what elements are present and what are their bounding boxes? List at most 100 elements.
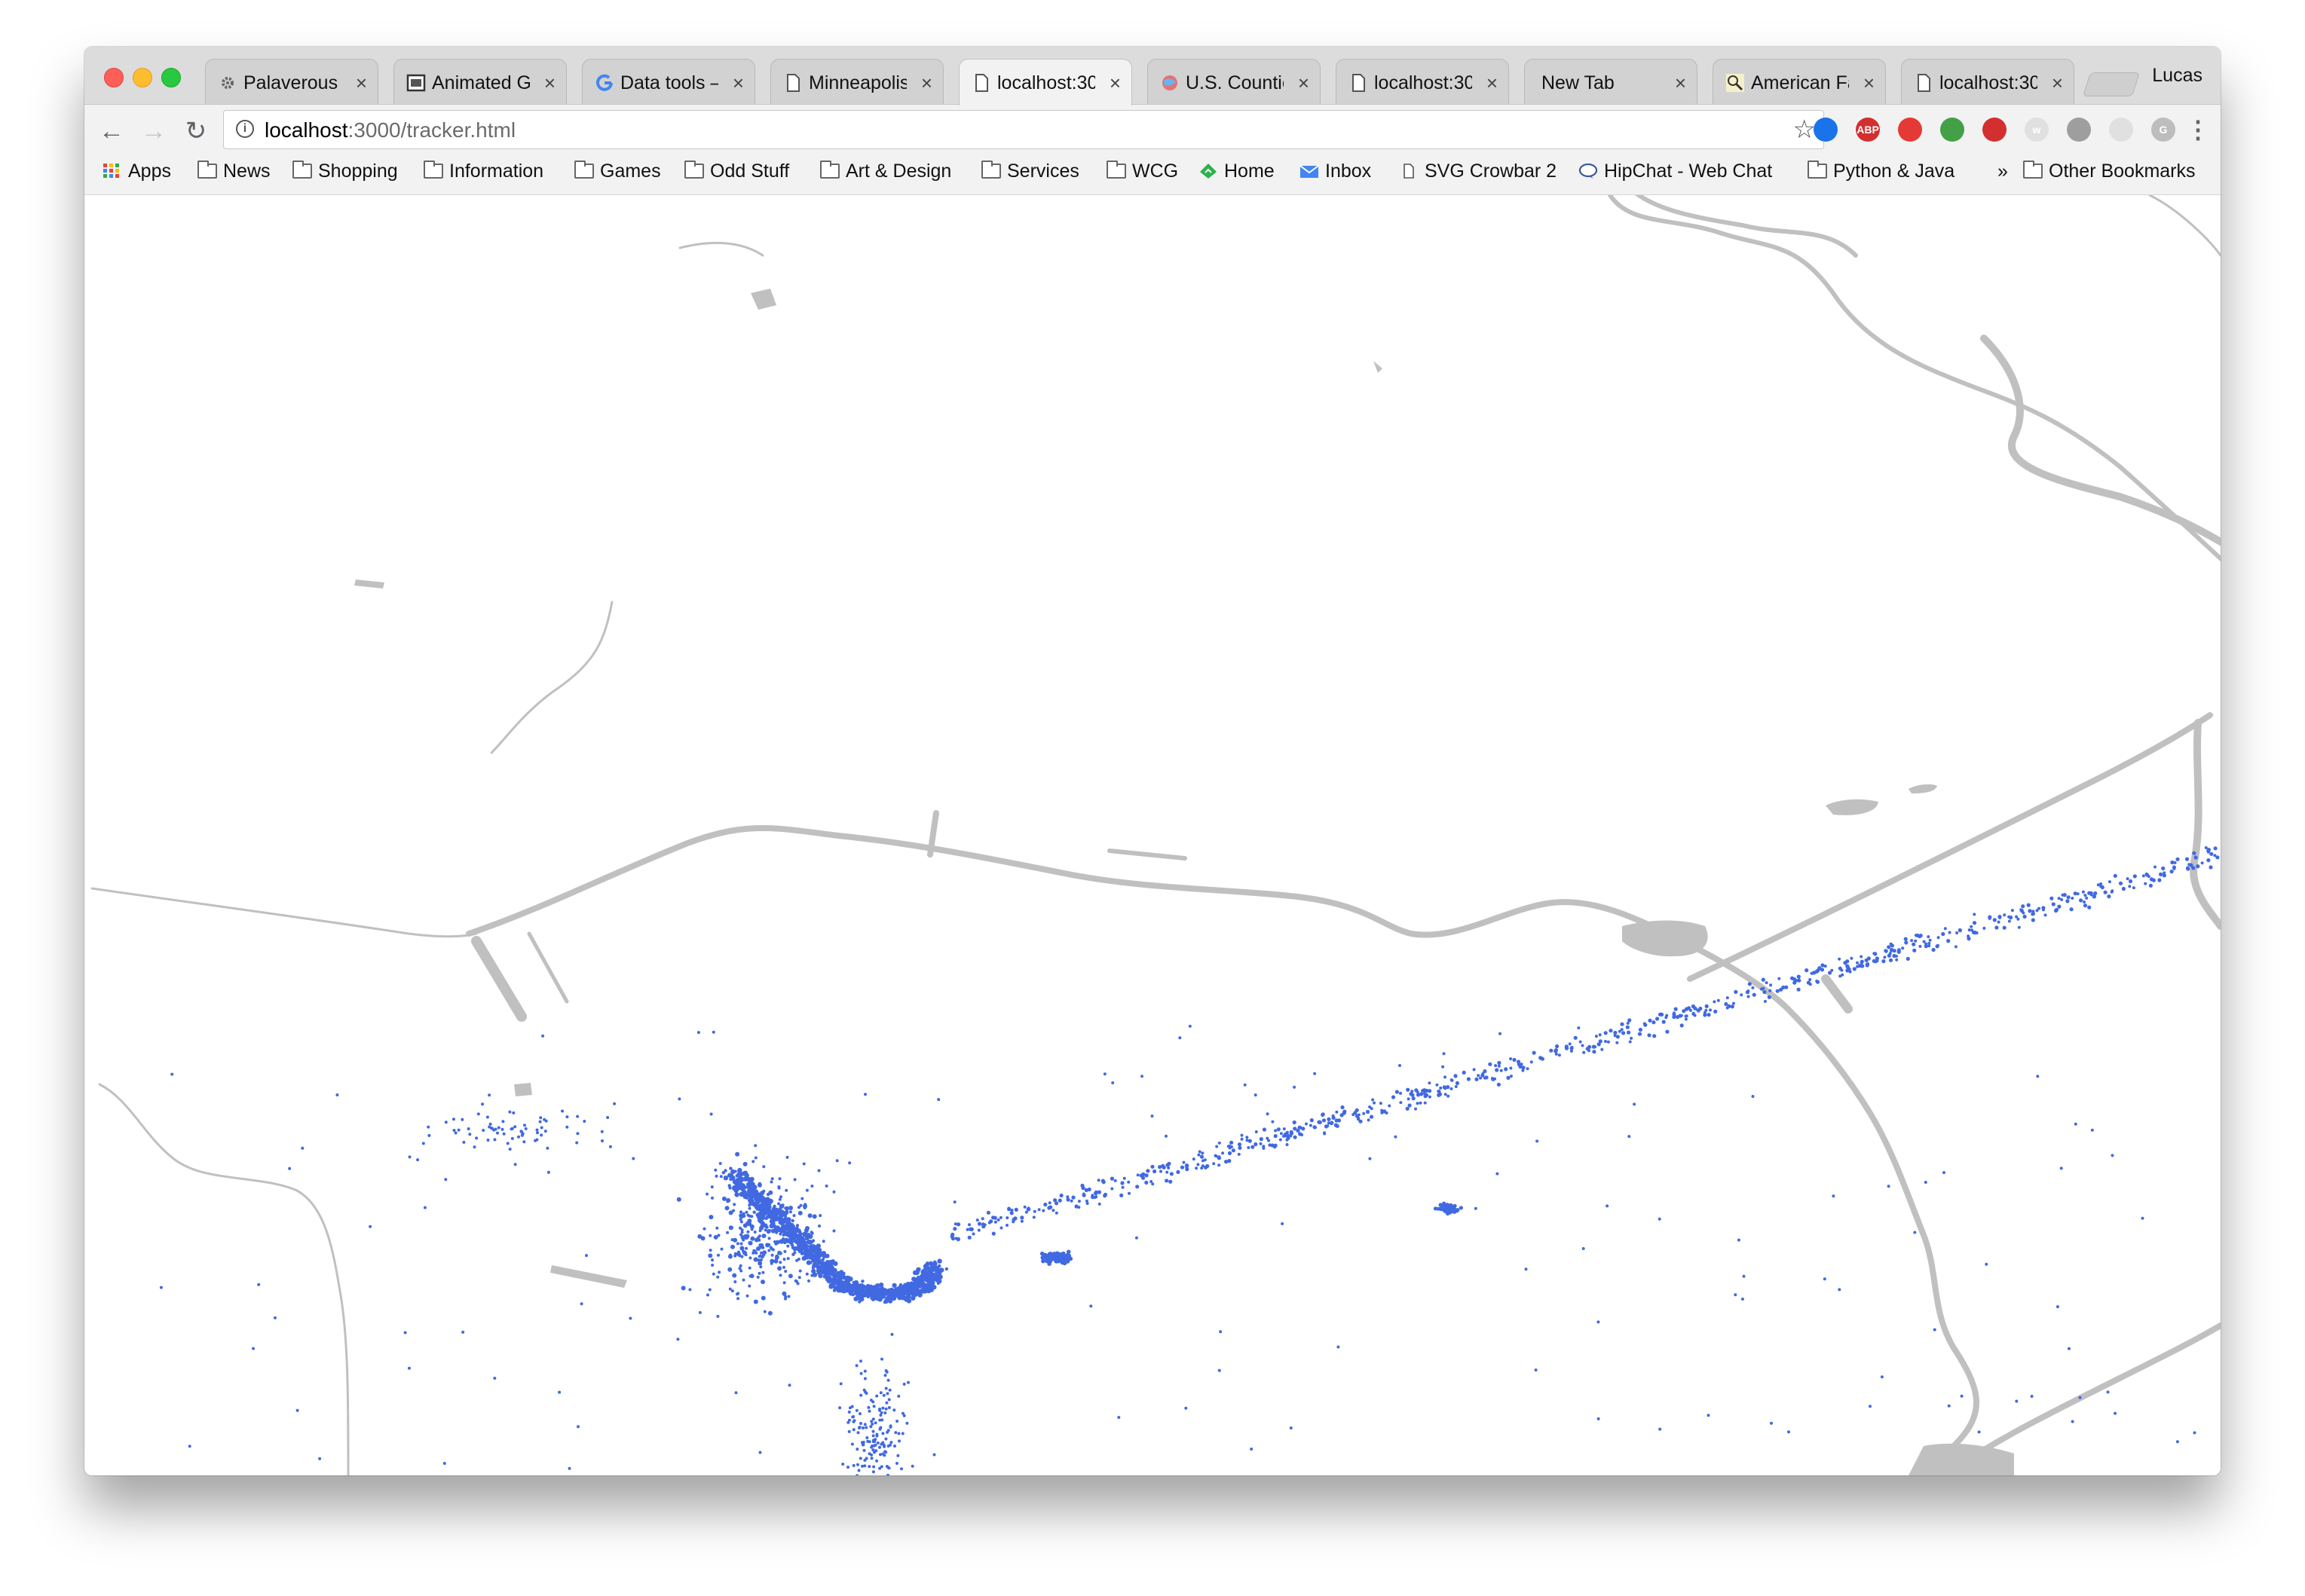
tab-close-icon[interactable]: × (921, 72, 932, 94)
tracker-point (1673, 1012, 1676, 1016)
map-viewport[interactable] (84, 195, 2221, 1475)
moon-extension-icon[interactable] (2109, 118, 2133, 142)
profile-name[interactable]: Lucas (2152, 65, 2202, 87)
info-icon[interactable]: i (236, 120, 254, 138)
tracker-point (1071, 1195, 1076, 1200)
bookmark-python-java[interactable]: Python & Java (1808, 158, 1955, 184)
tab-new-tab[interactable]: New Tab × (1524, 59, 1697, 104)
tracker-point (1490, 1077, 1494, 1081)
leaf-extension-icon[interactable] (1940, 118, 1964, 142)
tab-localhost-tracker[interactable]: localhost:30 × (959, 59, 1132, 105)
tracker-point (969, 1227, 973, 1231)
tracker-point (1419, 1101, 1422, 1105)
bookmark-other-bookmarks[interactable]: Other Bookmarks (2023, 158, 2196, 184)
tracker-point (1394, 1135, 1397, 1139)
tracker-point (475, 1136, 479, 1140)
tracker-point (724, 1206, 730, 1211)
bookmark-information[interactable]: Information (424, 158, 543, 184)
tab-close-icon[interactable]: × (1863, 72, 1875, 94)
tracker-point (1442, 1052, 1446, 1056)
square-extension-icon[interactable] (2067, 118, 2091, 142)
tracker-point (880, 1442, 883, 1446)
star-icon[interactable]: ☆ (1793, 115, 1816, 144)
tracker-point (739, 1242, 743, 1246)
tab-close-icon[interactable]: × (544, 72, 556, 94)
bookmark-svg-crowbar[interactable]: SVG Crowbar 2 (1399, 158, 1557, 184)
hand-extension-icon[interactable] (1898, 118, 1922, 142)
forward-extension-icon[interactable] (1982, 118, 2007, 142)
tracker-point (813, 1255, 819, 1260)
tracker-point (868, 1409, 871, 1413)
tab-palaverous[interactable]: Palaverous × (205, 59, 378, 104)
tab-american-fact[interactable]: American Fa × (1713, 59, 1886, 104)
address-bar[interactable]: i localhost:3000/tracker.html ☆ (223, 110, 1824, 149)
tracker-point (1292, 1120, 1296, 1125)
w-extension-icon[interactable]: w (2025, 118, 2049, 142)
tracker-point (1890, 943, 1894, 948)
tab-close-icon[interactable]: × (1298, 72, 1309, 94)
bookmark-art-design[interactable]: Art & Design (820, 158, 951, 184)
tab-us-counties[interactable]: U.S. Countie × (1147, 59, 1321, 104)
tracker-point (1922, 940, 1926, 943)
tracker-point (1896, 949, 1901, 954)
tab-data-tools[interactable]: Data tools – × (582, 59, 755, 104)
window-minimize-button[interactable] (133, 68, 152, 87)
tab-localhost-3[interactable]: localhost:30 × (1901, 59, 2074, 104)
bookmark-hipchat[interactable]: HipChat - Web Chat (1578, 158, 1772, 184)
tracker-point (1082, 1193, 1086, 1197)
tracker-point (2173, 861, 2177, 864)
tracker-point (1904, 940, 1909, 945)
g-extension-icon[interactable]: G (2151, 118, 2175, 142)
tracker-point (734, 1185, 739, 1191)
new-tab-button[interactable] (2082, 72, 2141, 96)
tracker-point (1309, 1124, 1312, 1127)
bookmark-home[interactable]: Home (1198, 158, 1275, 184)
back-arrow-icon[interactable]: ← (95, 115, 128, 148)
menu-icon[interactable]: ⋮ (2186, 115, 2210, 145)
bookmark-services[interactable]: Services (981, 158, 1079, 184)
tracker-point (2021, 904, 2025, 909)
tracker-point (890, 1332, 894, 1336)
tab-close-icon[interactable]: × (1110, 72, 1121, 94)
url-text[interactable]: localhost:3000/tracker.html (265, 118, 516, 143)
tracker-point (508, 1148, 512, 1151)
window-maximize-button[interactable] (161, 68, 181, 87)
tracker-point (738, 1254, 742, 1258)
bookmark-games[interactable]: Games (574, 158, 661, 184)
tracker-point (403, 1331, 407, 1335)
tab-close-icon[interactable]: × (1486, 72, 1498, 94)
bookmark-shopping[interactable]: Shopping (292, 158, 398, 184)
tracker-point (1577, 1026, 1581, 1030)
map-canvas[interactable] (84, 195, 2221, 1475)
tracker-point (889, 1287, 895, 1293)
tracker-point (2003, 913, 2007, 917)
tab-localhost-2[interactable]: localhost:30 × (1336, 59, 1509, 104)
tracker-point (1151, 1182, 1155, 1186)
window-close-button[interactable] (104, 68, 124, 87)
tracker-point (576, 1114, 580, 1118)
tab-close-icon[interactable]: × (733, 72, 744, 94)
reload-icon[interactable]: ↻ (179, 115, 213, 148)
tracker-point (871, 1417, 875, 1421)
bookmark-inbox[interactable]: Inbox (1299, 158, 1371, 184)
tracker-point (2161, 866, 2166, 870)
bookmarks-overflow-button[interactable]: » (1997, 158, 2008, 184)
tracker-point (568, 1466, 571, 1470)
tracker-point (1009, 1211, 1014, 1215)
tab-close-icon[interactable]: × (1675, 72, 1686, 94)
tracker-point (1903, 937, 1908, 941)
forward-arrow-icon[interactable]: → (137, 115, 170, 148)
bookmark-odd-stuff[interactable]: Odd Stuff (684, 158, 789, 184)
tracker-point (1150, 1164, 1155, 1169)
bookmark-news[interactable]: News (197, 158, 271, 184)
tab-close-icon[interactable]: × (2052, 72, 2063, 94)
tab-animated-gif[interactable]: Animated GI × (393, 59, 567, 104)
tab-minneapolis[interactable]: Minneapolis × (770, 59, 944, 104)
tab-close-icon[interactable]: × (356, 72, 367, 94)
bookmark-wcg[interactable]: WCG (1107, 158, 1178, 184)
tracker-point (1043, 1252, 1048, 1258)
bookmark-apps[interactable]: Apps (103, 158, 171, 184)
circle-extension-icon[interactable] (1814, 118, 1838, 142)
adblock-extension-icon[interactable]: ABP (1856, 118, 1880, 142)
tracker-point (1443, 1087, 1447, 1090)
